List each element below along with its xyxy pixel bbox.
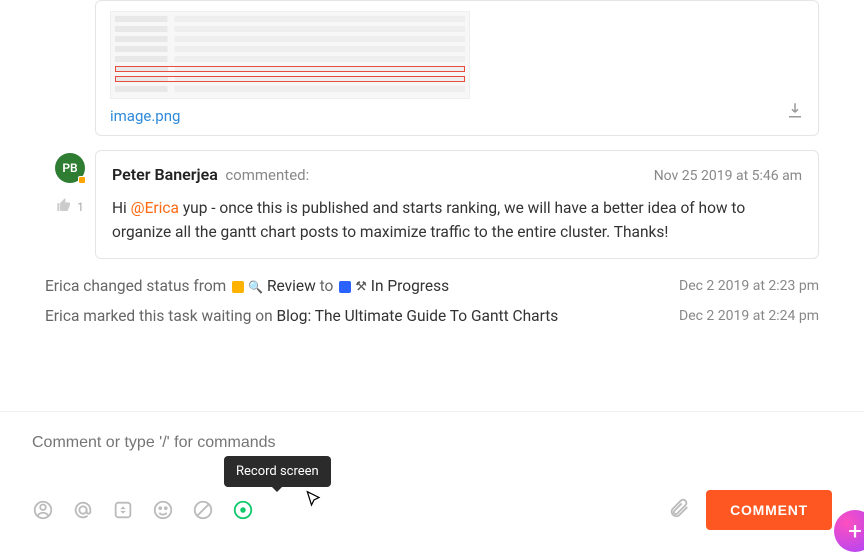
- activity-status-change: Erica changed status from 🔍 Review to ⚒ …: [45, 271, 819, 301]
- activity-timestamp: Dec 2 2019 at 2:23 pm: [679, 278, 819, 294]
- comment-body-post: yup - once this is published and starts …: [112, 199, 745, 241]
- attachment-preview[interactable]: [110, 11, 470, 99]
- mention[interactable]: @Erica: [131, 199, 179, 217]
- fab-add-button[interactable]: +: [834, 510, 864, 552]
- hammer-icon: ⚒: [355, 279, 367, 294]
- avatar[interactable]: PB: [55, 153, 85, 183]
- comment-verb: commented:: [225, 166, 309, 184]
- status-to-label: In Progress: [371, 277, 449, 295]
- presence-badge: [78, 176, 86, 184]
- activity-waiting-on: Erica marked this task waiting on Blog: …: [45, 301, 819, 331]
- comment-card: Peter Banerjea commented: Nov 25 2019 at…: [95, 150, 819, 259]
- comment-author[interactable]: Peter Banerjea: [112, 165, 218, 184]
- expand-icon[interactable]: [112, 499, 134, 521]
- activity-actor[interactable]: Erica: [45, 277, 79, 295]
- mention-icon[interactable]: [72, 499, 94, 521]
- status-chip-from: [232, 281, 244, 293]
- assignee-icon[interactable]: [32, 499, 54, 521]
- download-icon[interactable]: [786, 101, 804, 123]
- attachment-card: image.png: [95, 0, 819, 136]
- activity-timestamp: Dec 2 2019 at 2:24 pm: [679, 308, 819, 324]
- avatar-initials: PB: [62, 161, 77, 175]
- comment-item: PB 1 Peter Banerjea commented: Nov 25 20…: [45, 150, 819, 259]
- comment-body: Hi @Erica yup - once this is published a…: [112, 196, 802, 244]
- comment-submit-button[interactable]: COMMENT: [706, 490, 832, 530]
- plus-icon: +: [848, 517, 862, 545]
- activity-mid: to: [316, 277, 337, 295]
- activity-pre: marked this task waiting on: [79, 307, 276, 325]
- attach-icon[interactable]: [668, 497, 690, 523]
- attachment-filename-link[interactable]: image.png: [110, 107, 180, 125]
- status-chip-to: [339, 281, 351, 293]
- comment-input[interactable]: [32, 428, 832, 472]
- comment-composer: Record screen COMMENT: [0, 411, 864, 540]
- tooltip-record-screen: Record screen: [224, 456, 331, 487]
- thumbs-up-icon: [56, 197, 72, 217]
- comment-timestamp: Nov 25 2019 at 5:46 am: [654, 168, 802, 184]
- magnifier-icon: 🔍: [248, 280, 263, 294]
- waiting-task-link[interactable]: Blog: The Ultimate Guide To Gantt Charts: [277, 307, 559, 325]
- status-from-label: Review: [267, 277, 316, 295]
- like-count: 1: [77, 200, 84, 214]
- cursor-icon: [304, 490, 324, 515]
- activity-actor[interactable]: Erica: [45, 307, 79, 325]
- emoji-icon[interactable]: [152, 499, 174, 521]
- block-icon[interactable]: [192, 499, 214, 521]
- activity-pre: changed status from: [79, 277, 230, 295]
- comment-body-pre: Hi: [112, 199, 131, 217]
- record-screen-icon[interactable]: [232, 499, 254, 521]
- like-button[interactable]: 1: [56, 197, 84, 217]
